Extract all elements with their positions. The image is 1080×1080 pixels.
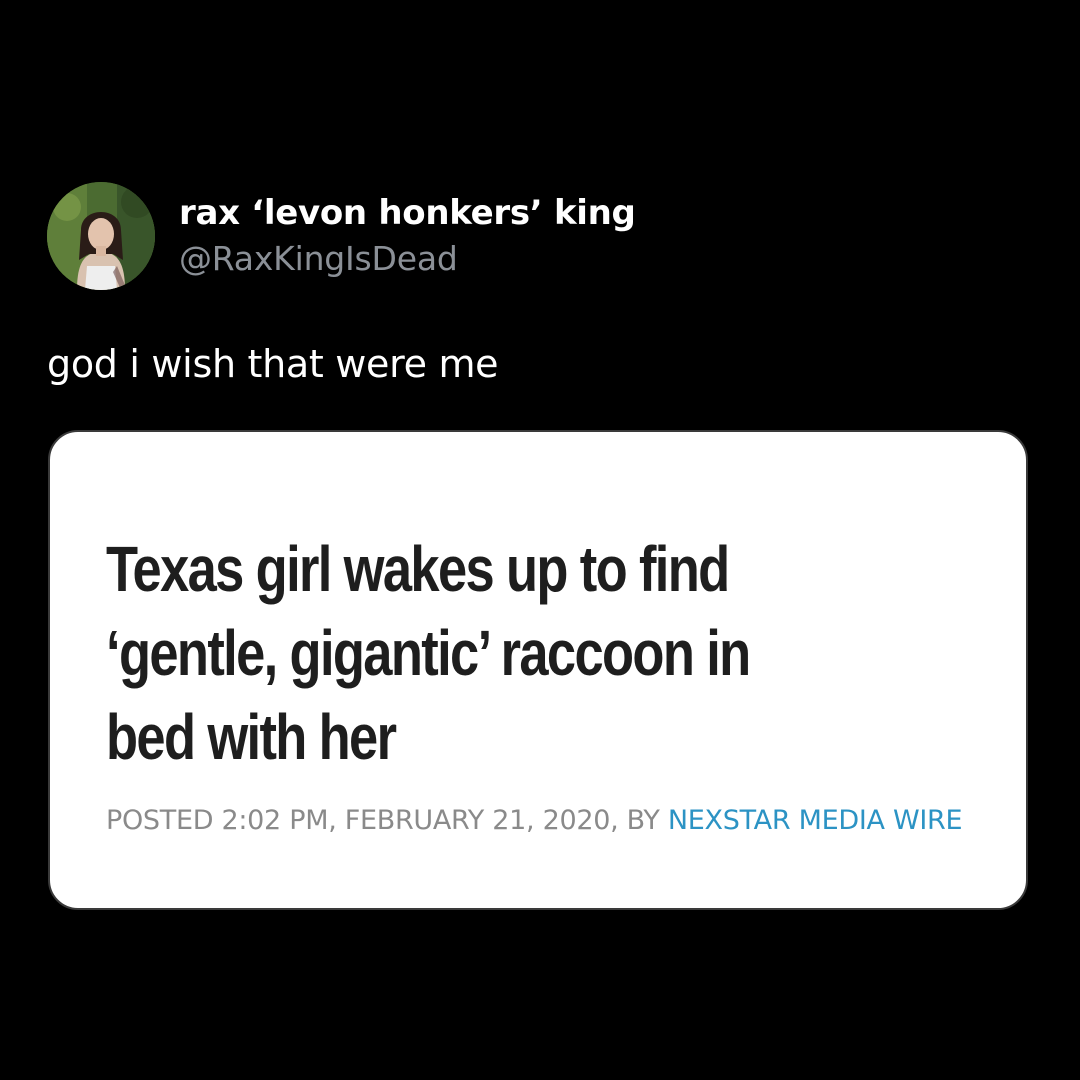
avatar[interactable] xyxy=(47,182,155,290)
user-handle[interactable]: @RaxKingIsDead xyxy=(179,236,636,282)
author-block: rax ‘levon honkers’ king @RaxKingIsDead xyxy=(179,190,636,282)
byline-author-link[interactable]: NEXSTAR MEDIA WIRE xyxy=(668,805,963,836)
tweet-header: rax ‘levon honkers’ king @RaxKingIsDead xyxy=(47,182,636,290)
display-name[interactable]: rax ‘levon honkers’ king xyxy=(179,190,636,236)
post-canvas: rax ‘levon honkers’ king @RaxKingIsDead … xyxy=(0,0,1080,1080)
tweet-text: god i wish that were me xyxy=(47,342,499,386)
article-headline: Texas girl wakes up to find ‘gentle, gig… xyxy=(106,533,751,773)
avatar-photo xyxy=(47,182,155,290)
byline-posted-text: POSTED 2:02 PM, FEBRUARY 21, 2020, BY xyxy=(106,805,668,836)
article-byline: POSTED 2:02 PM, FEBRUARY 21, 2020, BY NE… xyxy=(106,796,966,846)
article-card[interactable]: Texas girl wakes up to find ‘gentle, gig… xyxy=(48,430,1028,910)
